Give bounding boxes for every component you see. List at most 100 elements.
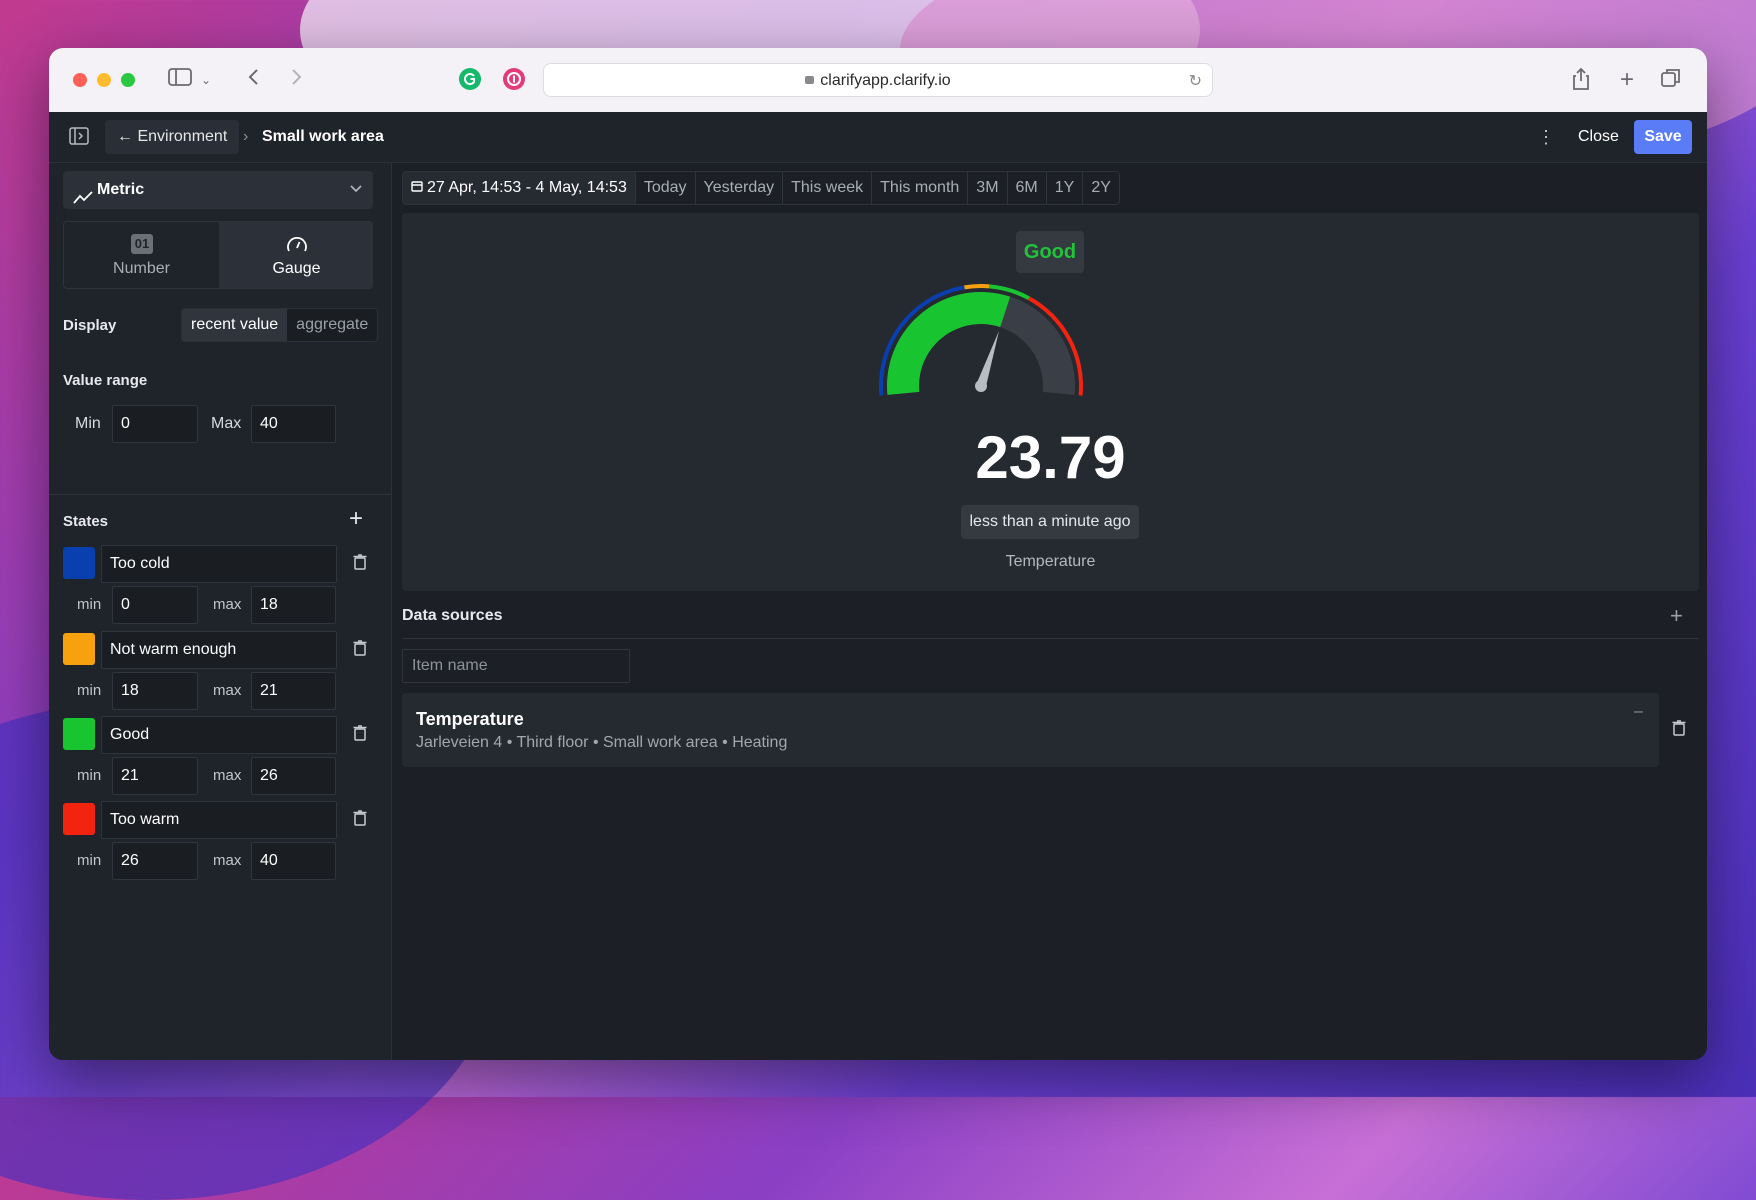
- gauge-value: 23.79: [975, 424, 1126, 491]
- time-preset-this-month[interactable]: This month: [871, 172, 967, 204]
- section-divider: [402, 638, 1699, 639]
- delete-state-icon[interactable]: [351, 640, 369, 660]
- time-preset-today[interactable]: Today: [634, 172, 695, 204]
- main-content: 27 Apr, 14:53 - 4 May, 14:53 Today Yesterd…: [392, 163, 1707, 1060]
- close-button[interactable]: Close: [1568, 120, 1629, 154]
- last-updated-chip: less than a minute ago: [961, 505, 1139, 539]
- metric-select[interactable]: Metric: [63, 171, 373, 209]
- gauge-series-name: Temperature: [1005, 553, 1096, 570]
- lock-icon: [805, 76, 815, 84]
- chevron-down-icon: [349, 171, 363, 209]
- time-preset-this-week[interactable]: This week: [782, 172, 871, 204]
- gauge-needle: [976, 330, 999, 388]
- delete-state-icon[interactable]: [351, 554, 369, 574]
- url-text: clarifyapp.clarify.io: [820, 72, 951, 89]
- data-source-path: Jarleveien 4 • Third floor • Small work …: [416, 734, 788, 751]
- tab-overview-icon[interactable]: [1659, 67, 1683, 93]
- forward-arrow-icon[interactable]: [285, 67, 307, 93]
- browser-window: ⌄ clarifyapp.clarify.io ↻ + ← Environmen…: [49, 48, 1707, 1060]
- number-icon: 01: [131, 234, 153, 254]
- state-min-input[interactable]: 18: [112, 672, 198, 710]
- state-max-label: max: [213, 767, 242, 784]
- add-data-source-icon[interactable]: +: [1670, 603, 1683, 629]
- display-label: Display: [63, 317, 117, 334]
- date-range-text: 27 Apr, 14:53 - 4 May, 14:53: [427, 179, 627, 196]
- window-close-button[interactable]: [73, 73, 87, 87]
- states-label: States: [63, 513, 109, 530]
- collapse-icon[interactable]: –: [1634, 703, 1643, 721]
- item-search-input[interactable]: Item name: [402, 649, 630, 683]
- app-header: ← Environment › Small work area ⋮ Close …: [49, 112, 1707, 163]
- state-max-input[interactable]: 21: [251, 672, 336, 710]
- window-zoom-button[interactable]: [121, 73, 135, 87]
- chevron-down-icon[interactable]: ⌄: [199, 67, 213, 93]
- state-max-input[interactable]: 18: [251, 586, 336, 624]
- state-color-swatch[interactable]: [63, 633, 95, 665]
- data-sources-title: Data sources: [402, 607, 503, 624]
- range-max-input[interactable]: 40: [251, 405, 336, 443]
- new-tab-icon[interactable]: +: [1615, 67, 1639, 93]
- section-divider: [49, 494, 391, 495]
- state-name-input[interactable]: Good: [101, 716, 337, 754]
- range-min-input[interactable]: 0: [112, 405, 198, 443]
- state-max-label: max: [213, 682, 242, 699]
- address-bar[interactable]: clarifyapp.clarify.io ↻: [543, 63, 1213, 97]
- display-option-recent-value[interactable]: recent value: [182, 309, 288, 341]
- viz-option-gauge[interactable]: Gauge: [219, 222, 372, 288]
- state-min-input[interactable]: 26: [112, 842, 198, 880]
- share-icon[interactable]: [1569, 67, 1593, 93]
- settings-sidebar: Metric 01 Number Gauge Display recent va…: [49, 163, 392, 1060]
- state-min-input[interactable]: 21: [112, 757, 198, 795]
- collapse-panel-icon[interactable]: [69, 127, 89, 150]
- state-min-label: min: [77, 767, 102, 784]
- page-title: Small work area: [262, 128, 384, 145]
- state-name-input[interactable]: Too cold: [101, 545, 337, 583]
- window-minimize-button[interactable]: [97, 73, 111, 87]
- state-max-input[interactable]: 40: [251, 842, 336, 880]
- more-options-icon[interactable]: ⋮: [1537, 120, 1555, 154]
- state-color-swatch[interactable]: [63, 718, 95, 750]
- range-min-label: Min: [75, 415, 101, 432]
- metric-select-label: Metric: [97, 181, 145, 198]
- gauge-needle-hub: [975, 380, 987, 392]
- breadcrumb-back-link[interactable]: ← Environment: [105, 120, 240, 154]
- delete-data-source-icon[interactable]: [1672, 720, 1686, 740]
- display-option-aggregate[interactable]: aggregate: [287, 309, 377, 341]
- value-range-label: Value range: [63, 372, 148, 389]
- time-range-selector: 27 Apr, 14:53 - 4 May, 14:53 Today Yesterd…: [402, 171, 1120, 205]
- state-max-label: max: [213, 852, 242, 869]
- viz-option-number[interactable]: 01 Number: [64, 222, 219, 288]
- browser-toolbar: ⌄ clarifyapp.clarify.io ↻ +: [49, 48, 1707, 113]
- add-state-icon[interactable]: +: [349, 505, 363, 533]
- state-max-label: max: [213, 596, 242, 613]
- state-min-label: min: [77, 596, 102, 613]
- gauge-preview-panel: Good 23.79 less than a minute ago Temper…: [402, 213, 1699, 591]
- display-mode-toggle: recent value aggregate: [181, 308, 379, 342]
- state-min-input[interactable]: 0: [112, 586, 198, 624]
- data-source-item[interactable]: Temperature Jarleveien 4 • Third floor •…: [402, 693, 1659, 767]
- state-color-swatch[interactable]: [63, 803, 95, 835]
- time-preset-3m[interactable]: 3M: [967, 172, 1006, 204]
- gauge-value-fill: [887, 292, 1011, 395]
- state-min-label: min: [77, 682, 102, 699]
- back-arrow-icon[interactable]: [243, 67, 265, 93]
- gauge-icon: [285, 234, 309, 261]
- state-color-swatch[interactable]: [63, 547, 95, 579]
- reload-icon[interactable]: ↻: [1189, 71, 1202, 91]
- time-preset-6m[interactable]: 6M: [1006, 172, 1046, 204]
- date-range-picker[interactable]: 27 Apr, 14:53 - 4 May, 14:53: [403, 172, 635, 204]
- state-name-input[interactable]: Too warm: [101, 801, 337, 839]
- delete-state-icon[interactable]: [351, 725, 369, 745]
- time-preset-2y[interactable]: 2Y: [1082, 172, 1119, 204]
- time-preset-1y[interactable]: 1Y: [1045, 172, 1083, 204]
- save-button[interactable]: Save: [1634, 120, 1692, 154]
- grammarly-extension-icon[interactable]: [459, 68, 481, 90]
- state-max-input[interactable]: 26: [251, 757, 336, 795]
- viz-option-gauge-label: Gauge: [272, 260, 321, 277]
- time-preset-yesterday[interactable]: Yesterday: [694, 172, 783, 204]
- password-extension-icon[interactable]: [503, 68, 525, 90]
- delete-state-icon[interactable]: [351, 810, 369, 830]
- state-min-label: min: [77, 852, 102, 869]
- sidebar-toggle-icon[interactable]: [167, 67, 193, 93]
- state-name-input[interactable]: Not warm enough: [101, 631, 337, 669]
